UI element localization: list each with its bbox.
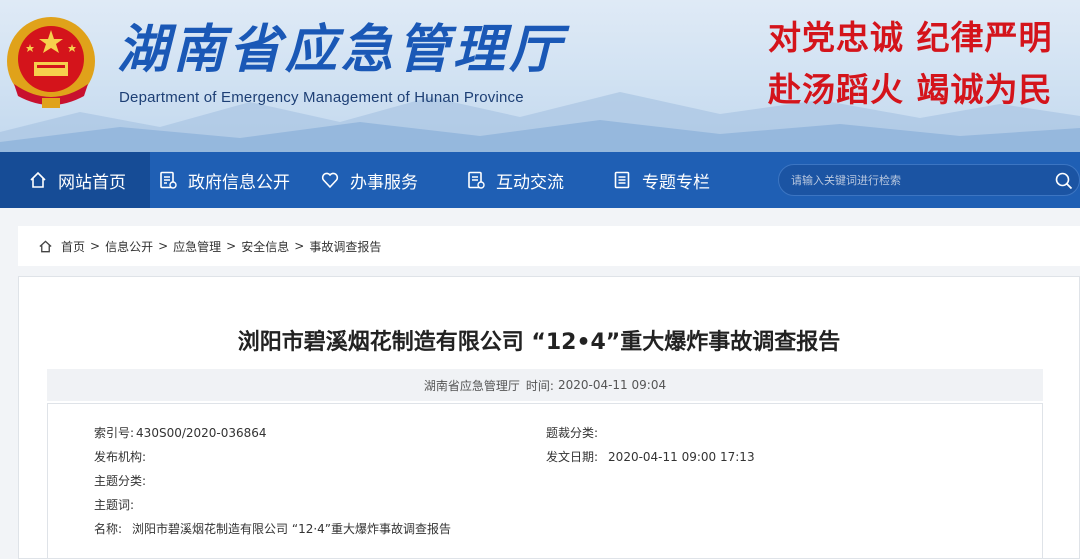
info-index: 索引号: 430S00/2020-036864: [94, 424, 267, 441]
breadcrumb-separator: >: [226, 239, 237, 253]
breadcrumb-item-emergency[interactable]: 应急管理: [173, 238, 221, 255]
document-icon: [160, 171, 177, 189]
info-publisher: 发布机构:: [94, 448, 148, 465]
info-keyword-label: 主题词:: [94, 498, 135, 512]
slogan-line-2: 赴汤蹈火 竭诚为民: [768, 70, 1053, 109]
nav-item-interaction[interactable]: 互动交流: [466, 152, 596, 208]
nav-item-label: 互动交流: [496, 172, 564, 193]
info-keyword: 主题词:: [94, 496, 136, 513]
nav-item-home[interactable]: 网站首页: [0, 152, 150, 208]
nav-item-label: 专题专栏: [642, 172, 710, 193]
info-table: 索引号: 430S00/2020-036864 题裁分类: 发布机构: 发文日期:…: [47, 403, 1043, 559]
breadcrumb-separator: >: [158, 239, 169, 253]
info-topic: 主题分类:: [94, 472, 148, 489]
nav-item-label: 网站首页: [58, 172, 126, 193]
slogan-line-1: 对党忠诚 纪律严明: [768, 18, 1053, 57]
article-title: 浏阳市碧溪烟花制造有限公司 “12•4”重大爆炸事故调查报告: [237, 330, 841, 355]
home-icon: [30, 171, 46, 188]
article-source: 湖南省应急管理厅: [423, 378, 520, 393]
info-publisher-label: 发布机构:: [94, 450, 147, 464]
search-icon[interactable]: [1054, 171, 1074, 191]
article-panel: 浏阳市碧溪烟花制造有限公司 “12•4”重大爆炸事故调查报告 湖南省应急管理厅 …: [18, 276, 1080, 559]
info-category: 题裁分类:: [546, 424, 600, 441]
info-date-value: 2020-04-11 09:00 17:13: [608, 450, 755, 464]
info-date: 发文日期: 2020-04-11 09:00 17:13: [546, 448, 755, 465]
breadcrumb-item-reports[interactable]: 事故调查报告: [309, 238, 381, 255]
nav-item-topics[interactable]: 专题专栏: [612, 152, 742, 208]
breadcrumb: 首页 > 信息公开 > 应急管理 > 安全信息 > 事故调查报告: [18, 226, 1080, 266]
info-index-value: 430S00/2020-036864: [136, 426, 267, 440]
info-date-label: 发文日期:: [546, 450, 599, 464]
breadcrumb-item-info[interactable]: 信息公开: [105, 238, 153, 255]
list-icon: [614, 171, 630, 189]
header-banner: 湖南省应急管理厅 Department of Emergency Managem…: [0, 0, 1080, 152]
breadcrumb-item-safety[interactable]: 安全信息: [241, 238, 289, 255]
nav-item-label: 办事服务: [350, 172, 418, 193]
home-icon: [39, 239, 52, 252]
nav-item-label: 政府信息公开: [188, 172, 290, 193]
info-name-value: 浏阳市碧溪烟花制造有限公司 “12·4”重大爆炸事故调查报告: [132, 522, 452, 536]
article-time-label: 时间:: [525, 378, 554, 393]
info-topic-label: 主题分类:: [94, 474, 147, 488]
article-meta: 湖南省应急管理厅 时间: 2020-04-11 09:04: [47, 369, 1043, 401]
national-emblem-icon: [7, 17, 95, 108]
info-name: 名称: 浏阳市碧溪烟花制造有限公司 “12·4”重大爆炸事故调查报告: [94, 520, 451, 537]
info-index-label: 索引号:: [94, 426, 135, 440]
info-category-label: 题裁分类:: [546, 426, 599, 440]
search-box: [778, 164, 1080, 196]
nav-item-services[interactable]: 办事服务: [320, 152, 450, 208]
heart-icon: [321, 172, 339, 189]
breadcrumb-separator: >: [90, 239, 101, 253]
site-subtitle: Department of Emergency Management of Hu…: [119, 89, 524, 106]
nav-item-gov-info[interactable]: 政府信息公开: [158, 152, 308, 208]
breadcrumb-item-home[interactable]: 首页: [61, 238, 85, 255]
chat-icon: [468, 171, 485, 189]
site-title: 湖南省应急管理厅: [117, 20, 566, 80]
search-input[interactable]: [791, 173, 1041, 187]
breadcrumb-separator: >: [294, 239, 305, 253]
article-time: 2020-04-11 09:04: [557, 378, 667, 392]
info-name-label: 名称:: [94, 522, 123, 536]
